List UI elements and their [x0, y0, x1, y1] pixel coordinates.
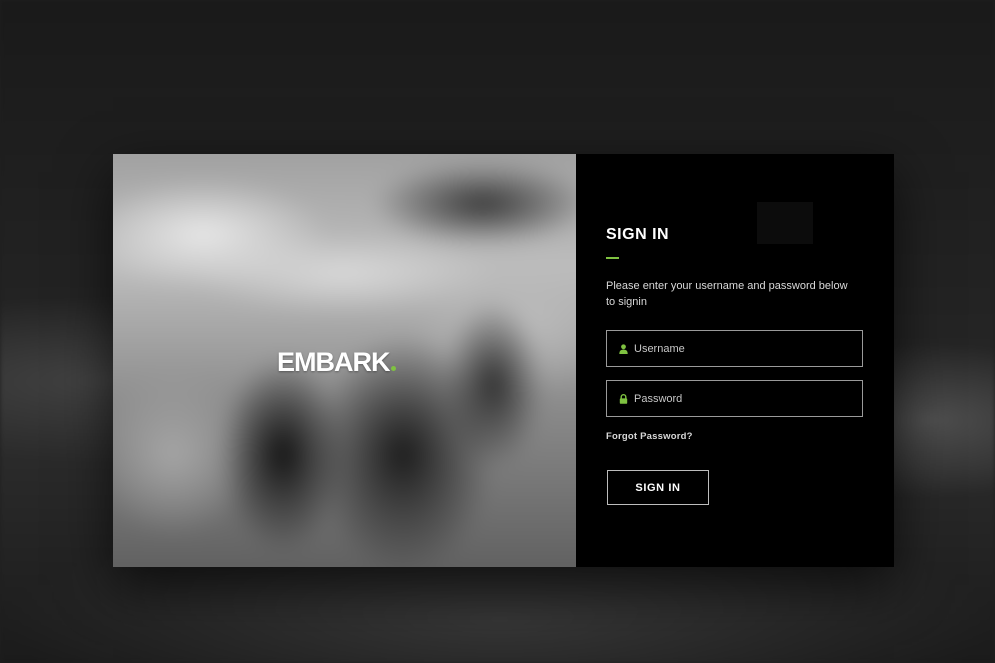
- form-title: SIGN IN: [606, 226, 670, 243]
- brand-logo: EMBARK: [277, 347, 396, 378]
- username-field[interactable]: [606, 330, 863, 367]
- forgot-password-link[interactable]: Forgot Password?: [606, 431, 693, 442]
- brand-logo-text: EMBARK: [277, 347, 390, 377]
- sign-in-button[interactable]: SIGN IN: [607, 470, 709, 505]
- decorative-square: [757, 202, 813, 244]
- password-input[interactable]: [634, 392, 862, 405]
- user-icon: [619, 343, 628, 354]
- signin-form-panel: SIGN IN Please enter your username and p…: [576, 154, 894, 567]
- logo-dot: [390, 366, 396, 371]
- form-description: Please enter your username and password …: [606, 280, 848, 308]
- title-underline: [606, 257, 619, 259]
- username-input[interactable]: [634, 342, 862, 355]
- login-card: EMBARK SIGN IN Please enter your usernam…: [113, 154, 894, 567]
- password-field[interactable]: [606, 380, 863, 417]
- lock-icon: [619, 393, 628, 404]
- hero-image-panel: EMBARK: [113, 154, 576, 567]
